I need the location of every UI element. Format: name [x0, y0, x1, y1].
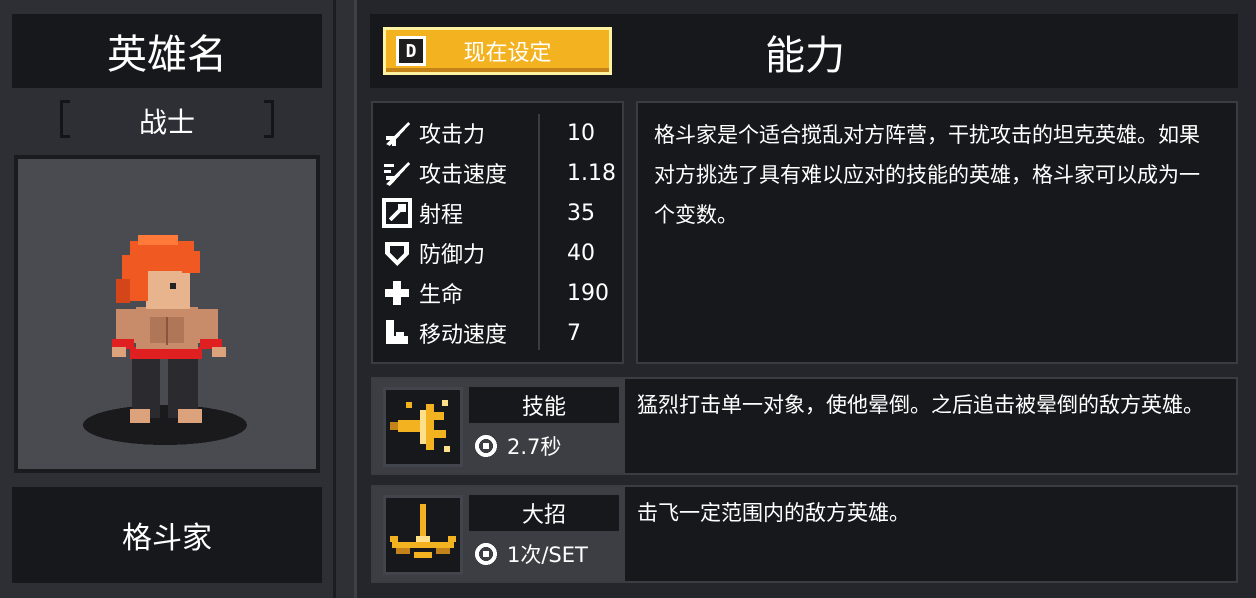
stat-label: 防御力	[419, 243, 486, 268]
stat-value: 35	[567, 200, 595, 226]
attack-speed-icon	[381, 157, 413, 189]
cooldown-icon	[475, 543, 497, 565]
stat-label: 生命	[419, 283, 464, 308]
stat-row-attack: 攻击力 10	[381, 113, 621, 153]
defense-icon	[381, 237, 413, 269]
current-preset-label: 现在设定	[463, 41, 552, 66]
stat-row-attack-speed: 攻击速度 1.18	[381, 153, 621, 193]
stat-row-range: 射程 35	[381, 193, 621, 233]
stat-value: 1.18	[567, 160, 616, 186]
stat-value: 10	[567, 120, 595, 146]
hotkey-d-icon: D	[396, 36, 426, 66]
stat-row-health: 生命 190	[381, 273, 621, 313]
ability-title-text: 能力	[765, 33, 845, 79]
stat-label: 移动速度	[419, 323, 508, 348]
cooldown-icon	[475, 435, 497, 457]
health-icon	[381, 277, 413, 309]
skill-cooldown-value: 2.7秒	[507, 435, 562, 459]
range-icon	[381, 197, 413, 229]
bracket-left-icon	[60, 100, 70, 138]
ultimate-description: 击飞一定范围内的敌方英雄。	[625, 487, 1236, 581]
skill-description-text: 猛烈打击单一对象，使他晕倒。之后追击被晕倒的敌方英雄。	[637, 393, 1204, 417]
stat-value: 40	[567, 240, 595, 266]
stat-label: 攻击力	[419, 123, 486, 148]
ground-slam-icon	[390, 504, 456, 558]
stat-label: 攻击速度	[419, 163, 508, 188]
hero-description: 格斗家是个适合搅乱对方阵营，干扰攻击的坦克英雄。如果对方挑选了具有难以应对的技能…	[636, 101, 1238, 364]
stats-divider	[538, 114, 540, 350]
hero-portrait	[14, 155, 320, 473]
current-preset-button[interactable]: D 现在设定	[383, 27, 612, 75]
skill-tag: 技能	[469, 387, 619, 423]
hero-description-text: 格斗家是个适合搅乱对方阵营，干扰攻击的坦克英雄。如果对方挑选了具有难以应对的技能…	[654, 123, 1200, 227]
ultimate-tag-label: 大招	[521, 503, 566, 528]
stats-panel: 攻击力 10 攻击速度 1.18 射程 35 防御力 40 生命 190 移动速…	[371, 101, 624, 364]
skill-icon-frame[interactable]	[383, 387, 463, 467]
skill-tag-label: 技能	[521, 395, 566, 420]
stat-value: 7	[567, 320, 581, 346]
stat-label: 射程	[419, 203, 464, 228]
skill-description: 猛烈打击单一对象，使他晕倒。之后追击被晕倒的敌方英雄。	[625, 379, 1236, 473]
hero-class-label: 战士	[138, 106, 195, 139]
ultimate-row[interactable]: 大招 1次/SET 击飞一定范围内的敌方英雄。	[371, 485, 1238, 583]
move-speed-icon	[381, 317, 413, 349]
hero-name: 格斗家	[122, 521, 212, 556]
stat-row-defense: 防御力 40	[381, 233, 621, 273]
bracket-right-icon	[264, 100, 274, 138]
ultimate-tag: 大招	[469, 495, 619, 531]
hero-name-header-text: 英雄名	[107, 32, 227, 78]
hero-name-box: 格斗家	[12, 487, 322, 583]
fighter-sprite-icon	[83, 235, 247, 445]
stat-value: 190	[567, 280, 609, 306]
ultimate-description-text: 击飞一定范围内的敌方英雄。	[637, 501, 910, 525]
skill-cooldown: 2.7秒	[469, 423, 619, 469]
ultimate-cooldown-value: 1次/SET	[507, 543, 588, 567]
ultimate-icon-frame[interactable]	[383, 495, 463, 575]
stat-row-move-speed: 移动速度 7	[381, 313, 621, 353]
skill-row[interactable]: 技能 2.7秒 猛烈打击单一对象，使他晕倒。之后追击被晕倒的敌方英雄。	[371, 377, 1238, 475]
hero-name-header: 英雄名	[12, 14, 322, 88]
ability-section-title: 能力	[700, 22, 910, 82]
punch-skill-icon	[390, 400, 450, 452]
ultimate-cooldown: 1次/SET	[469, 531, 619, 577]
attack-icon	[381, 117, 413, 149]
hero-class-row: 战士	[12, 96, 322, 146]
